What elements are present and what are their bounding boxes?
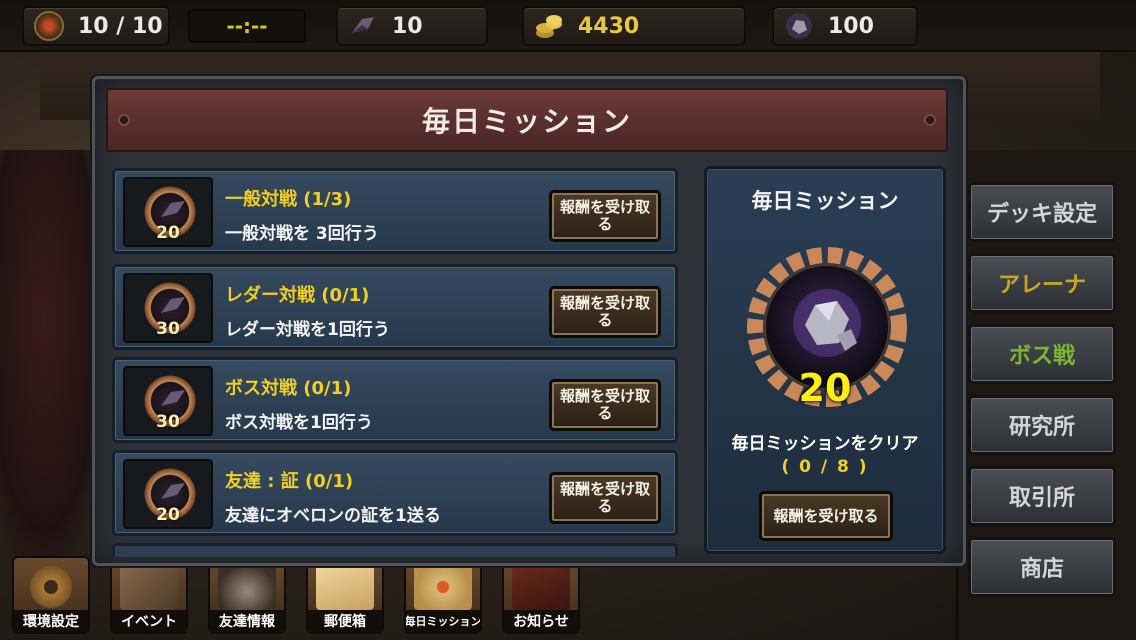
gold-coins-icon [536,15,562,38]
claim-reward-button[interactable]: 報酬を受け取る [549,472,661,524]
mission-row: 30 レダー対戦 (0/1) レダー対戦を1回行う 報酬を受け取る [112,264,678,350]
nav-exchange-button[interactable]: 取引所 [968,466,1116,526]
summary-reward-amount: 20 [798,366,852,410]
nav-shop-button[interactable]: 商店 [968,537,1116,597]
stamina-timer: --:-- [188,9,306,43]
daily-mission-icon [414,564,472,610]
mission-description: ボス対戦を1回行う [225,413,373,433]
title-stud-left [118,114,130,126]
event-label: イベント [112,610,186,632]
mail-icon [316,564,374,610]
top-resource-bar: 10 / 10 --:-- 10 4430 100 [0,0,1136,52]
ore-display: 100 [772,6,918,46]
nav-boss-battle-label: ボス戦 [1008,344,1075,369]
reward-amount: 20 [156,223,180,243]
reward-amount: 30 [156,319,180,339]
mission-title: 一般対戦 (1/3) [225,189,352,210]
crystal-display: 10 [336,6,488,46]
nav-shop-label: 商店 [1019,557,1064,582]
crystal-icon [161,297,185,313]
summary-claim-reward-button[interactable]: 報酬を受け取る [759,491,893,541]
ore-value: 100 [828,13,874,39]
panel-title-bar: 毎日ミッション [106,88,948,152]
stamina-amulet-icon [34,11,64,41]
ore-icon [786,13,812,39]
reward-medal-icon: 30 [123,273,213,343]
settings-label: 環境設定 [14,610,88,632]
panel-title: 毎日ミッション [421,105,632,138]
crystal-icon [161,390,185,406]
notice-label: お知らせ [504,610,578,632]
friends-info-button[interactable]: 友達情報 [208,556,286,634]
event-icon [120,564,178,610]
claim-reward-button[interactable]: 報酬を受け取る [549,190,661,242]
mission-title: 友達 : 証 (0/1) [225,471,354,492]
nav-arena-label: アレーナ [997,273,1086,298]
claim-reward-button[interactable]: 報酬を受け取る [549,286,661,338]
reward-medal-icon: 30 [123,366,213,436]
stamina-value: 10 / 10 [78,13,163,39]
mission-description: 一般対戦を 3回行う [225,224,379,244]
daily-summary-panel: 毎日ミッション 20 毎日ミッションをクリア ( 0 / 8 ) 報酬を受け取る [704,166,946,554]
daily-mission-tab-label: 毎日ミッション [406,610,480,632]
mailbox-label: 郵便箱 [308,610,382,632]
mission-description: レダー対戦を1回行う [225,320,390,340]
title-stud-right [924,114,936,126]
mission-title: レダー対戦 (0/1) [225,285,370,306]
nav-boss-battle-button[interactable]: ボス戦 [968,324,1116,384]
notice-icon [512,564,570,610]
gold-display: 4430 [522,6,746,46]
nav-deck-settings-label: デッキ設定 [986,202,1097,227]
mission-row: 20 友達 : 証 (0/1) 友達にオベロンの証を1送る 報酬を受け取る [112,450,678,536]
summary-progress: ( 0 / 8 ) [781,457,869,477]
nav-laboratory-button[interactable]: 研究所 [968,395,1116,455]
reward-amount: 30 [156,412,180,432]
settings-button[interactable]: 環境設定 [12,556,90,634]
crystal-value: 10 [392,13,423,39]
nav-exchange-label: 取引所 [1008,486,1075,511]
friends-info-label: 友達情報 [210,610,284,632]
notice-button[interactable]: お知らせ [502,556,580,634]
mission-description: 友達にオベロンの証を1送る [225,506,441,526]
nav-laboratory-label: 研究所 [1008,415,1075,440]
daily-mission-tab-button[interactable]: 毎日ミッション [404,556,482,634]
reward-amount: 20 [156,505,180,525]
crystal-icon [161,201,185,217]
nav-arena-button[interactable]: アレーナ [968,253,1116,313]
reward-medal-icon: 20 [123,459,213,529]
stamina-display: 10 / 10 [22,6,170,46]
mission-title: ボス対戦 (0/1) [225,378,352,399]
summary-label: 毎日ミッションをクリア [731,434,919,454]
mission-row: 30 ボス対戦 (0/1) ボス対戦を1回行う 報酬を受け取る [112,357,678,443]
friends-icon [218,564,276,610]
crystal-icon [352,17,374,33]
mission-row-partial [112,543,678,557]
gear-icon [22,564,80,610]
crystal-icon [161,483,185,499]
reward-medal-icon: 20 [123,177,213,247]
mailbox-button[interactable]: 郵便箱 [306,556,384,634]
summary-title: 毎日ミッション [751,189,899,213]
nav-deck-settings-button[interactable]: デッキ設定 [968,182,1116,242]
event-button[interactable]: イベント [110,556,188,634]
gold-value: 4430 [578,13,640,39]
claim-reward-button[interactable]: 報酬を受け取る [549,379,661,431]
mission-row: 20 一般対戦 (1/3) 一般対戦を 3回行う 報酬を受け取る [112,168,678,254]
